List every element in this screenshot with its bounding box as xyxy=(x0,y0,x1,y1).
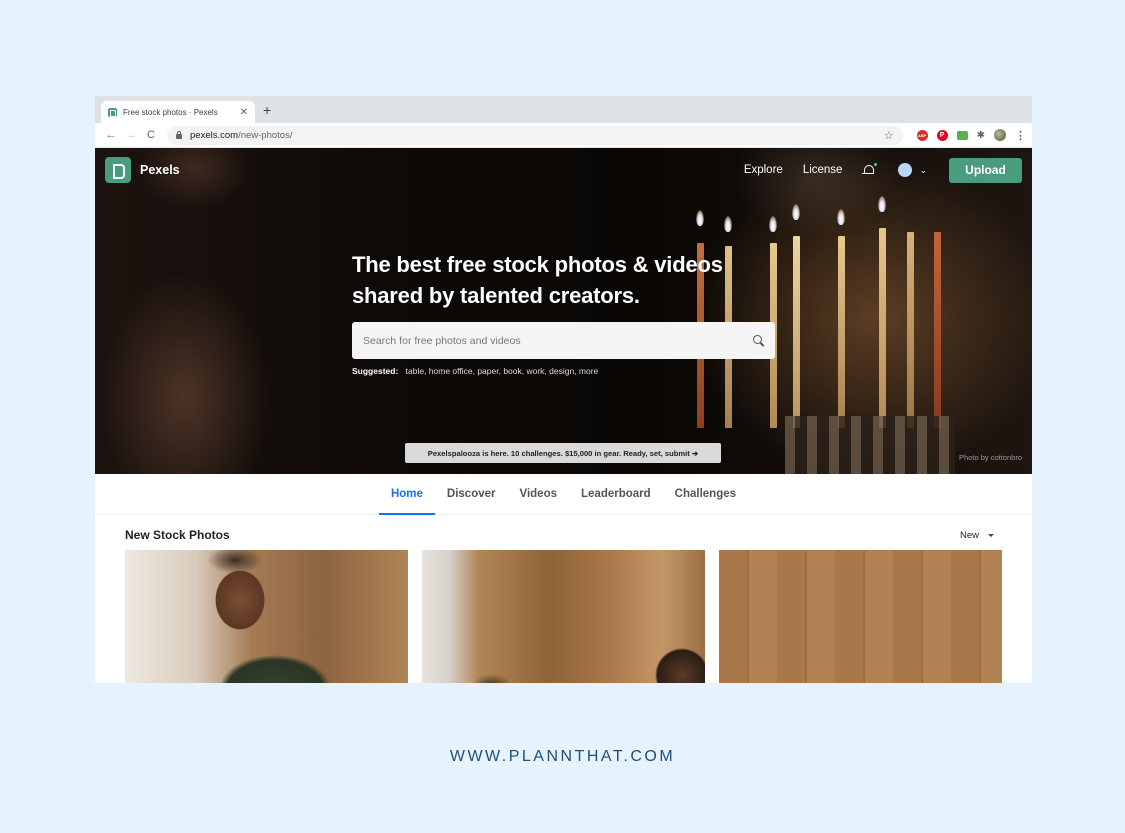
extensions-area: ABP P ✱ ⋮ xyxy=(916,129,1026,142)
candle-flame xyxy=(724,216,732,232)
brand-name[interactable]: Pexels xyxy=(140,163,180,177)
section-title: New Stock Photos xyxy=(125,528,230,542)
content-tabs: Home Discover Videos Leaderboard Challen… xyxy=(95,474,1032,515)
candle-flame xyxy=(878,196,886,212)
photo-card[interactable] xyxy=(422,550,705,683)
header-nav: Explore License ⌄ Upload xyxy=(744,157,1022,183)
tab-strip: Free stock photos · Pexels ✕ + xyxy=(95,96,1032,123)
photo-card[interactable] xyxy=(125,550,408,683)
section-header: New Stock Photos New xyxy=(95,527,1032,543)
suggested-label: Suggested: xyxy=(352,366,399,376)
promo-banner[interactable]: Pexelspalooza is here. 10 challenges. $1… xyxy=(405,443,721,463)
chevron-down-icon[interactable]: ⌄ xyxy=(919,165,927,176)
candle xyxy=(907,232,914,428)
pexels-logo-icon[interactable] xyxy=(105,157,131,183)
hero-section: Pexels Explore License ⌄ Upload The best… xyxy=(95,148,1032,474)
reload-button[interactable]: C xyxy=(141,129,161,141)
candle-flame xyxy=(792,204,800,220)
candle xyxy=(793,236,800,428)
pexels-favicon-icon xyxy=(108,107,117,117)
url-path: /new-photos/ xyxy=(238,129,293,141)
candle-flame xyxy=(696,210,704,226)
notification-dot xyxy=(874,163,878,166)
tab-videos[interactable]: Videos xyxy=(508,474,570,514)
pinterest-extension-icon[interactable]: P xyxy=(936,129,948,141)
browser-tab[interactable]: Free stock photos · Pexels ✕ xyxy=(101,101,255,123)
search-input[interactable] xyxy=(363,334,753,347)
bookmark-star-icon[interactable]: ☆ xyxy=(884,129,894,142)
back-button[interactable]: ← xyxy=(101,129,121,141)
browser-menu-icon[interactable]: ⋮ xyxy=(1015,129,1026,142)
menorah xyxy=(785,416,955,474)
suggested-terms[interactable]: table, home office, paper, book, work, d… xyxy=(406,366,599,376)
tab-home[interactable]: Home xyxy=(378,474,435,515)
tab-leaderboard[interactable]: Leaderboard xyxy=(569,474,663,514)
tab-discover[interactable]: Discover xyxy=(435,474,508,514)
footer-brand-url: WWW.PLANNTHAT.COM xyxy=(449,748,676,765)
nav-explore[interactable]: Explore xyxy=(744,164,783,176)
adblock-extension-icon[interactable]: ABP xyxy=(916,129,928,141)
hero-content: The best free stock photos & videos shar… xyxy=(352,249,776,376)
candle-flame xyxy=(769,216,777,232)
tab-title: Free stock photos · Pexels xyxy=(123,107,218,117)
candle xyxy=(838,236,845,428)
hero-title-line-1: The best free stock photos & videos xyxy=(352,252,723,277)
photo-credit[interactable]: Photo by cottonbro xyxy=(959,453,1022,462)
sort-dropdown[interactable]: New xyxy=(960,530,994,541)
hero-title: The best free stock photos & videos shar… xyxy=(352,249,776,311)
browser-toolbar: ← → C pexels.com /new-photos/ ☆ ABP P ✱ … xyxy=(95,123,1032,148)
sort-label: New xyxy=(959,529,979,541)
caret-down-icon xyxy=(988,533,994,537)
url-host: pexels.com xyxy=(190,129,239,141)
browser-window: Free stock photos · Pexels ✕ + ← → C pex… xyxy=(95,96,1032,683)
suggested-searches: Suggested: table, home office, paper, bo… xyxy=(352,366,776,376)
profile-avatar[interactable] xyxy=(994,129,1006,141)
photo-grid xyxy=(95,550,1032,683)
lock-icon xyxy=(176,130,182,139)
address-bar[interactable]: pexels.com /new-photos/ ☆ xyxy=(167,125,903,145)
hero-title-line-2: shared by talented creators. xyxy=(352,283,640,308)
photo-card[interactable] xyxy=(719,550,1002,683)
user-avatar[interactable] xyxy=(898,163,913,177)
candle xyxy=(934,232,941,428)
notifications-bell-icon[interactable] xyxy=(862,163,878,176)
new-tab-button[interactable]: + xyxy=(263,102,271,118)
search-icon[interactable] xyxy=(753,335,764,346)
site-header: Pexels Explore License ⌄ Upload xyxy=(95,148,1032,192)
close-tab-icon[interactable]: ✕ xyxy=(240,107,248,118)
candle xyxy=(879,228,886,428)
tab-challenges[interactable]: Challenges xyxy=(663,474,748,514)
green-extension-icon[interactable] xyxy=(956,130,968,140)
search-box xyxy=(352,322,775,359)
candle-flame xyxy=(837,209,845,225)
upload-button[interactable]: Upload xyxy=(949,157,1022,183)
forward-button[interactable]: → xyxy=(121,129,141,141)
extensions-puzzle-icon[interactable]: ✱ xyxy=(977,130,985,141)
nav-license[interactable]: License xyxy=(803,164,843,176)
